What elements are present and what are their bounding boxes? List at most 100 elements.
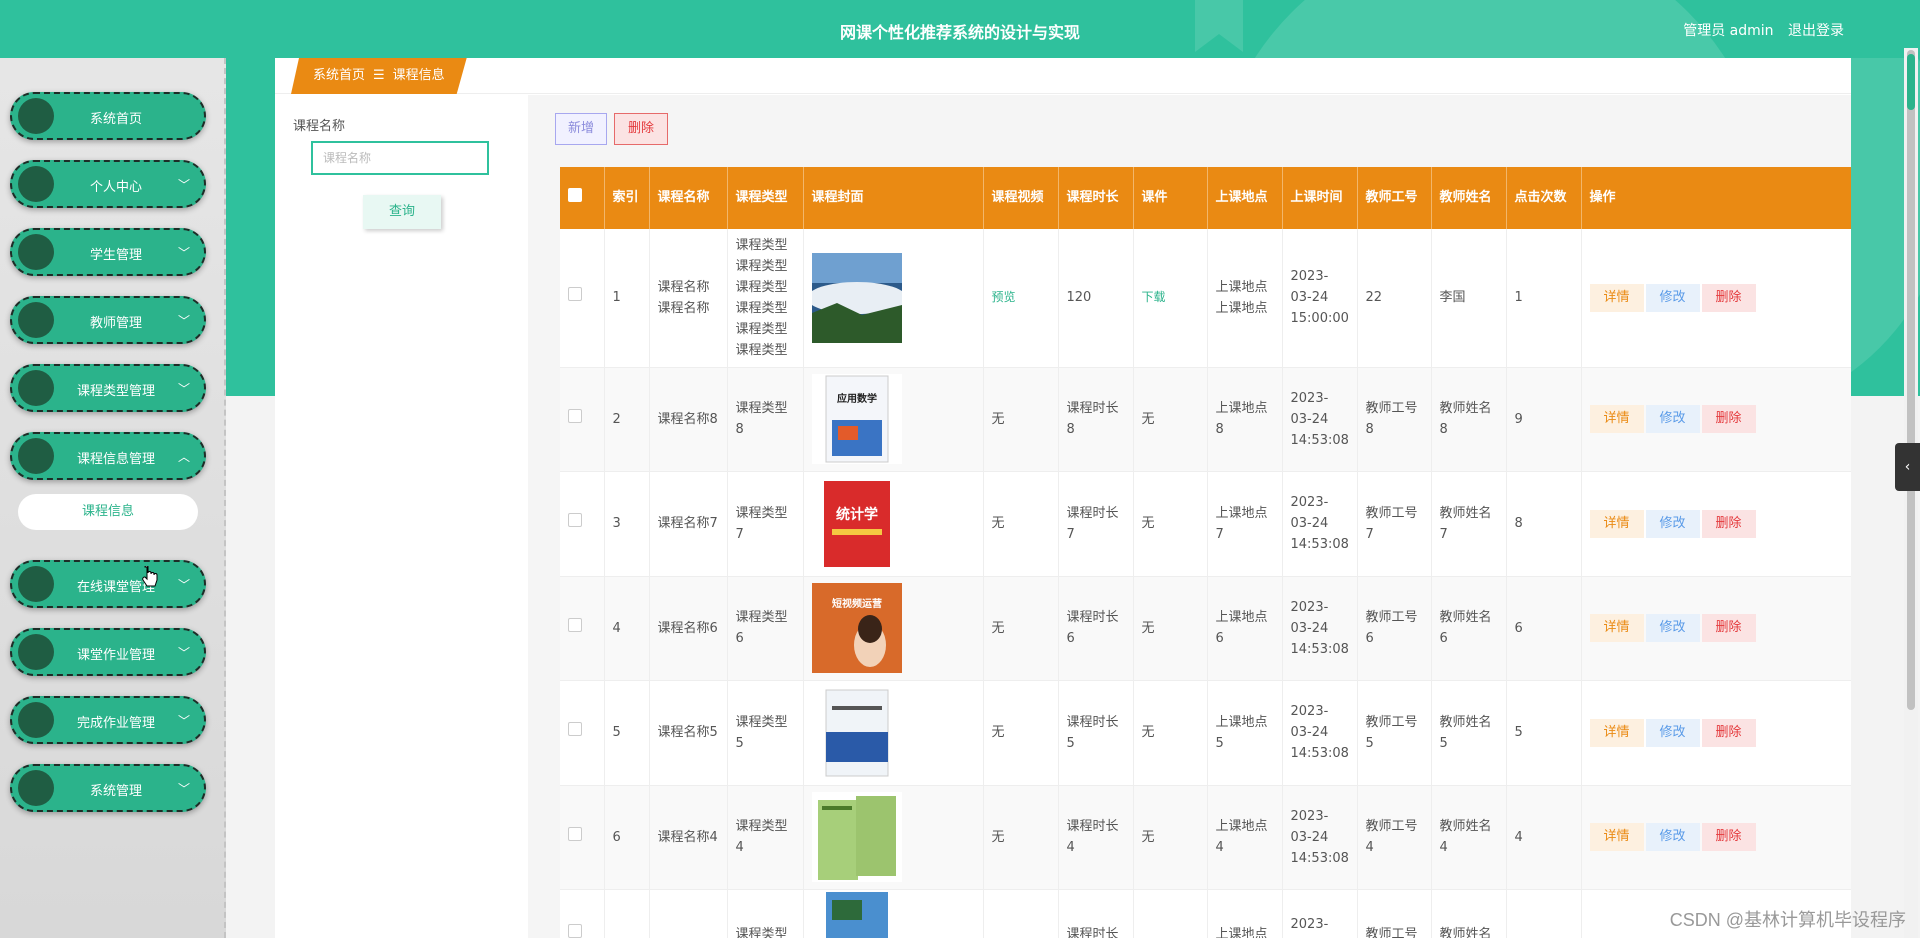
batch-delete-button[interactable]: 删除: [614, 113, 668, 145]
sidebar-item[interactable]: 学生管理 ﹀: [10, 228, 206, 276]
detail-button[interactable]: 详情: [1589, 823, 1644, 851]
scrollbar-thumb-active[interactable]: [1907, 54, 1915, 110]
sidebar-item[interactable]: 在线课堂管理 ﹀: [10, 560, 206, 608]
time-cell-text: 2023-03-24 14:53:08: [1290, 599, 1349, 657]
sidebar-item[interactable]: 系统管理 ﹀: [10, 764, 206, 812]
time-cell-text: 2023-03-24 14:53:08: [1290, 390, 1349, 448]
location-cell-text: 上课地点4: [1215, 819, 1268, 855]
page-scrollbar[interactable]: [1904, 48, 1918, 938]
delete-button[interactable]: 删除: [1701, 509, 1756, 538]
column-header: 教师姓名: [1431, 167, 1507, 229]
menu-dot-icon: [18, 566, 54, 602]
row-checkbox[interactable]: [568, 617, 582, 632]
row-checkbox[interactable]: [568, 924, 582, 938]
delete-button[interactable]: 删除: [1701, 718, 1756, 747]
logout-button[interactable]: 退出登录: [1788, 23, 1844, 39]
cover-cell: [803, 785, 984, 890]
teacher-id-cell-text: 教师工号4: [1365, 819, 1418, 855]
course-type-cell-text: 课程类型: [735, 927, 788, 938]
column-header: 教师工号: [1357, 167, 1432, 229]
add-button[interactable]: 新增: [555, 113, 607, 145]
course-type-cell-text: 课程类型6: [735, 610, 788, 646]
courseware-cell: [1133, 889, 1208, 938]
cover-cell: 应用数学: [803, 367, 984, 472]
row-checkbox[interactable]: [568, 722, 582, 736]
duration-cell: 课程时长6: [1058, 576, 1134, 681]
course-name-cell: 课程名称6: [649, 576, 728, 681]
edit-button[interactable]: 修改: [1645, 718, 1700, 747]
teacher-id-cell: 教师工号6: [1357, 576, 1432, 681]
cover-cell: 短视频运营: [803, 576, 984, 681]
detail-button[interactable]: 详情: [1589, 718, 1644, 747]
detail-button[interactable]: 详情: [1589, 509, 1644, 538]
sidebar-item[interactable]: 个人中心 ﹀: [10, 160, 206, 208]
mouse-cursor-icon: [142, 566, 158, 587]
sidebar-item-label: 课程信息管理: [76, 452, 155, 467]
sidebar-item[interactable]: 系统首页: [10, 92, 206, 140]
clicks-cell-text: 5: [1514, 725, 1523, 740]
course-cover-image: 统计学: [811, 478, 902, 569]
sidebar-item[interactable]: 课程类型管理 ﹀: [10, 364, 206, 412]
course-type-cell-text: 课程类型7: [735, 505, 788, 542]
row-checkbox[interactable]: [568, 826, 582, 841]
location-cell: 上课地点: [1207, 889, 1283, 938]
collapse-panel-icon[interactable]: ‹: [1895, 443, 1920, 491]
location-cell-text: 上课地点7: [1215, 505, 1268, 542]
column-header: 课程时长: [1058, 167, 1134, 229]
course-name-cell: 课程名称课程名称: [649, 229, 728, 368]
delete-button[interactable]: 删除: [1701, 614, 1756, 642]
query-button[interactable]: 查询: [363, 195, 441, 229]
courseware-cell: 无: [1133, 785, 1208, 890]
row-checkbox[interactable]: [568, 408, 582, 423]
video-cell: 无: [983, 680, 1059, 786]
breadcrumb-home[interactable]: 系统首页: [313, 68, 365, 83]
detail-button[interactable]: 详情: [1589, 283, 1644, 312]
course-type-cell: 课程类型课程类型课程类型课程类型课程类型课程类型: [727, 229, 804, 368]
main-panel: 系统首页☰课程信息 课程名称 查询 新增 删除 索引课程名称课程类型课程封面课程…: [275, 58, 1851, 938]
column-header[interactable]: [560, 167, 605, 229]
detail-button[interactable]: 详情: [1589, 405, 1644, 433]
user-info: 管理员 admin 退出登录: [1673, 20, 1844, 40]
detail-button[interactable]: 详情: [1589, 614, 1644, 642]
course-name-search-input[interactable]: [311, 141, 489, 175]
edit-button[interactable]: 修改: [1645, 283, 1700, 312]
chevron-down-icon: ﹀: [177, 714, 190, 728]
location-cell: 上课地点6: [1207, 576, 1283, 681]
course-cover-image: [811, 687, 902, 778]
edit-button[interactable]: 修改: [1645, 509, 1700, 538]
course-name-cell-text: 课程名称7: [657, 516, 718, 531]
course-cover-image: [811, 889, 902, 938]
edit-button[interactable]: 修改: [1645, 614, 1700, 642]
row-checkbox[interactable]: [568, 287, 582, 302]
teacher-id-cell-text: 教师工号5: [1365, 714, 1418, 751]
cover-cell: [803, 680, 984, 786]
submenu-item-course-info[interactable]: 课程信息: [18, 494, 198, 530]
clicks-cell-text: 9: [1514, 411, 1523, 427]
delete-button[interactable]: 删除: [1701, 283, 1756, 312]
menu-dot-icon: [18, 302, 54, 338]
cover-cell: 统计学: [803, 471, 984, 577]
sidebar-item[interactable]: 课堂作业管理 ﹀: [10, 628, 206, 676]
scrollbar-thumb[interactable]: [1907, 50, 1915, 710]
edit-button[interactable]: 修改: [1645, 405, 1700, 433]
location-cell-text: 上课地点: [1215, 927, 1268, 938]
table-body: 1 课程名称课程名称 课程类型课程类型课程类型课程类型课程类型课程类型 预览 120 下载…: [560, 229, 1851, 938]
sidebar-item-label: 教师管理: [89, 316, 142, 331]
chevron-down-icon: ﹀: [177, 246, 190, 260]
courseware-cell-text[interactable]: 下载: [1142, 290, 1166, 304]
sidebar-item[interactable]: 完成作业管理 ﹀: [10, 696, 206, 744]
edit-button[interactable]: 修改: [1645, 823, 1700, 851]
teacher-name-cell-text: 李国: [1439, 290, 1466, 306]
clicks-cell-text: 8: [1514, 516, 1523, 531]
course-name-cell: [649, 889, 728, 938]
sidebar-item[interactable]: 课程信息管理 ︿: [10, 432, 206, 480]
select-all-checkbox[interactable]: [568, 187, 582, 202]
delete-button[interactable]: 删除: [1701, 405, 1756, 433]
video-cell-text[interactable]: 预览: [992, 290, 1016, 304]
sidebar-item[interactable]: 教师管理 ﹀: [10, 296, 206, 344]
teacher-id-cell-text: 教师工号: [1365, 927, 1418, 938]
delete-button[interactable]: 删除: [1701, 823, 1756, 851]
column-header: 索引: [604, 167, 650, 229]
course-name-cell-text: 课程名称5: [657, 725, 718, 740]
row-checkbox[interactable]: [568, 513, 582, 527]
